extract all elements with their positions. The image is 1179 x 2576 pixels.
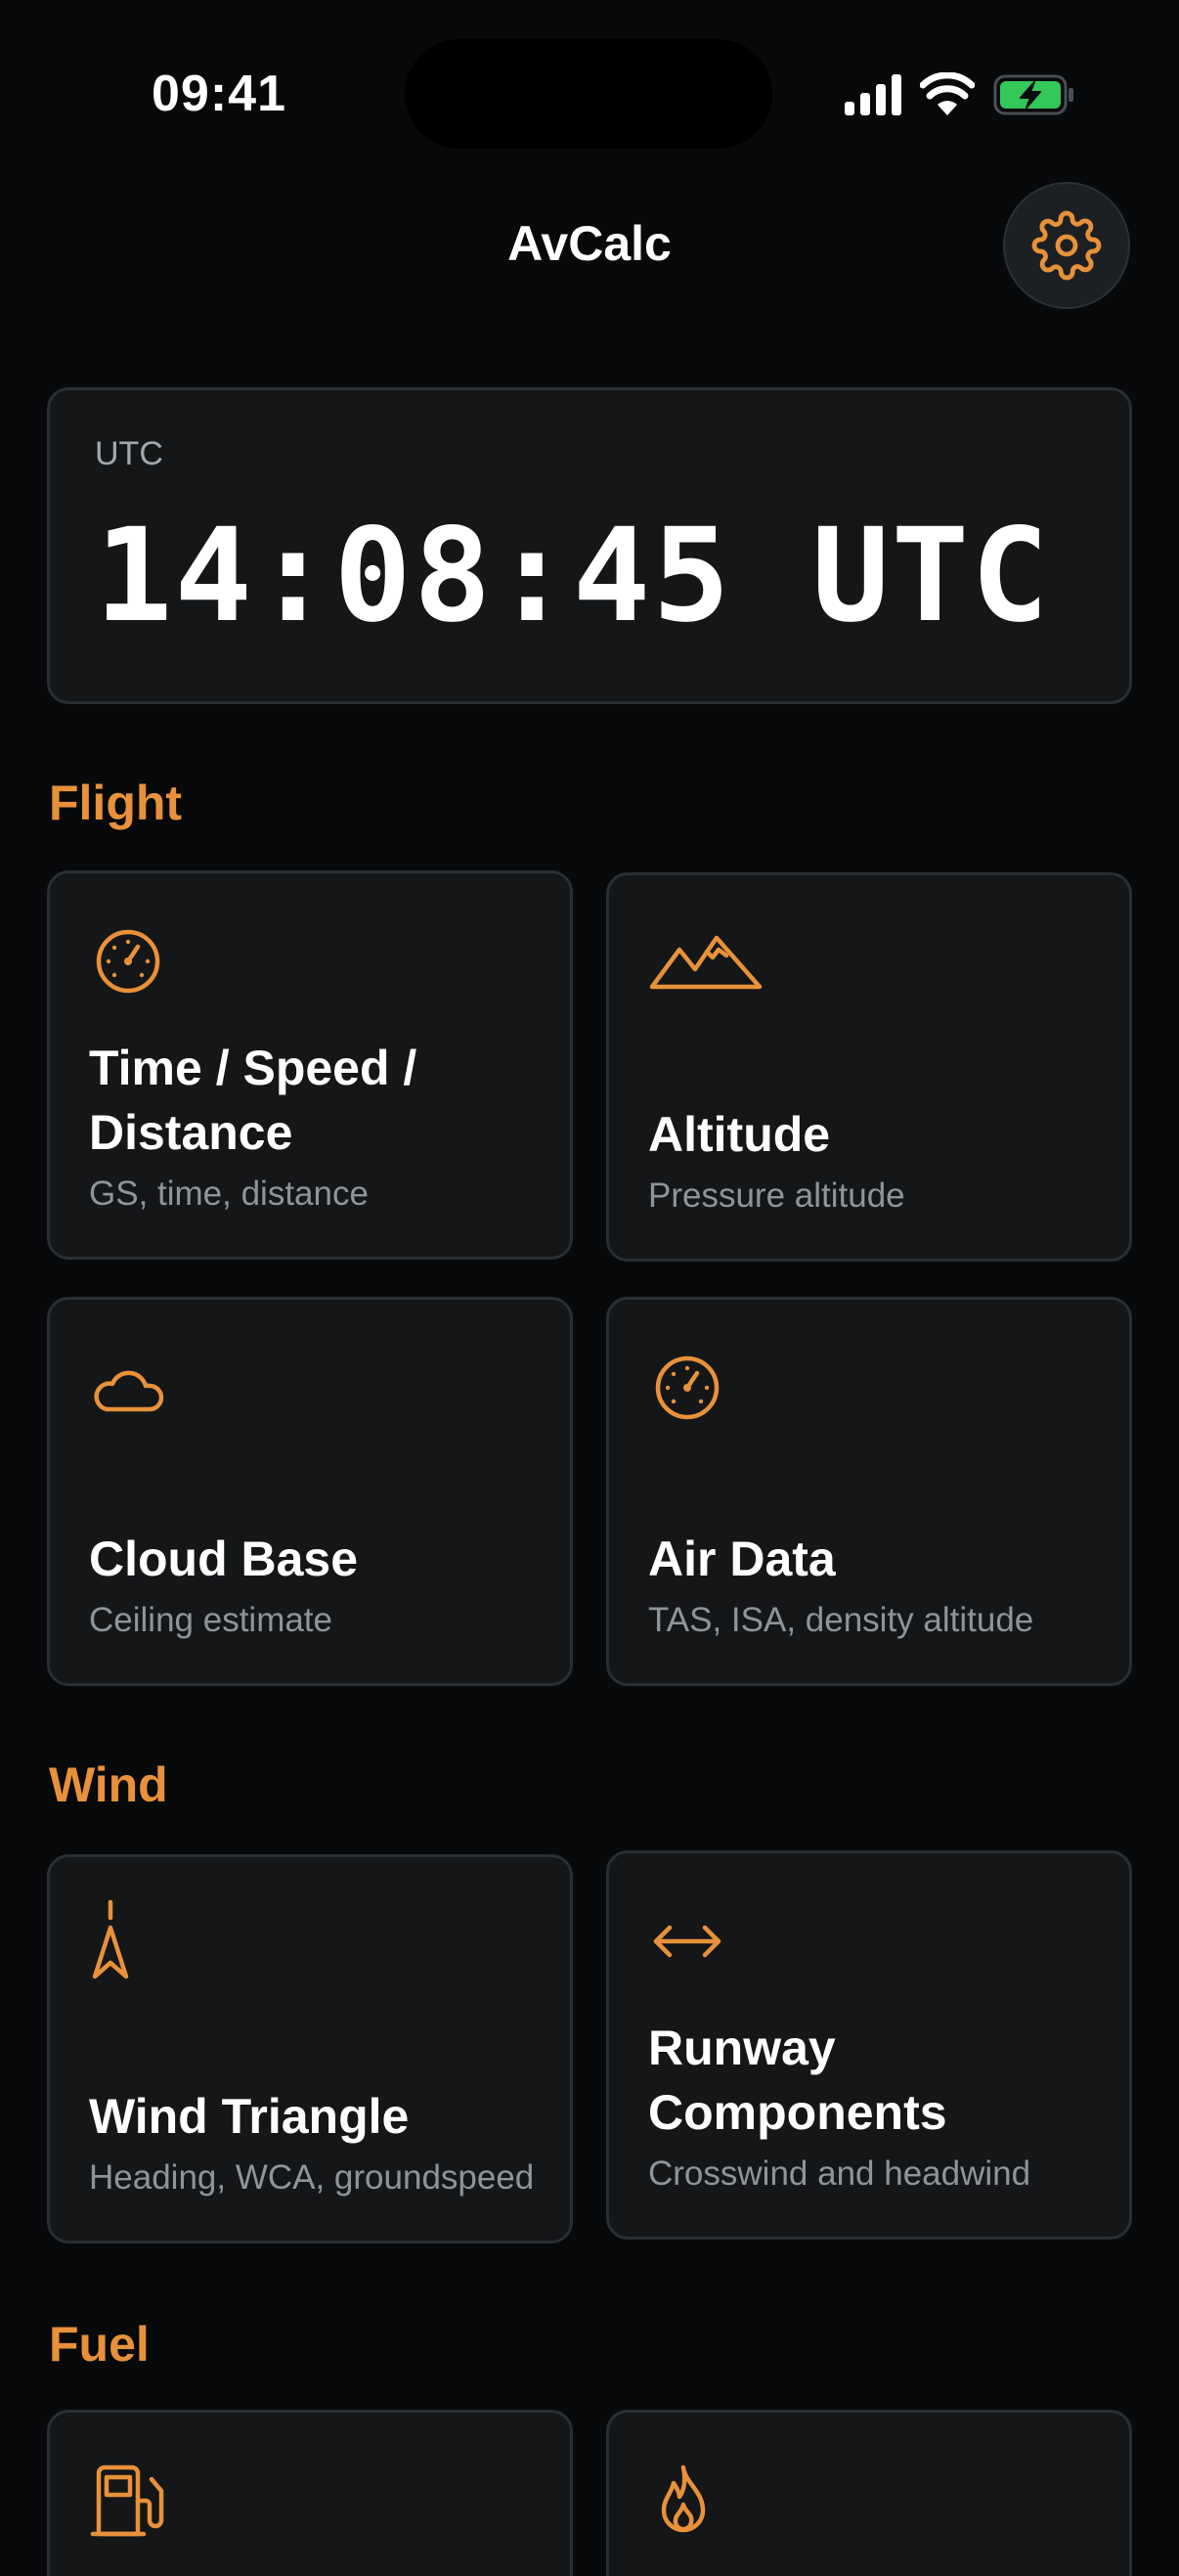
utc-clock-card: UTC 14:08:45 UTC: [47, 387, 1132, 704]
card-subtitle: GS, time, distance: [89, 1175, 369, 1213]
flame-icon: [661, 2465, 706, 2533]
navigation-arrow-icon: [92, 1899, 129, 1979]
gauge-icon: [655, 1355, 720, 1420]
status-time: 09:41: [152, 66, 286, 122]
utc-label: UTC: [95, 435, 163, 472]
dynamic-island: [405, 39, 772, 149]
wifi-icon: [920, 72, 975, 115]
cellular-signal-icon: [845, 74, 901, 115]
card-air-data[interactable]: Air Data TAS, ISA, density altitude: [606, 1297, 1132, 1686]
status-bar: 09:41: [0, 0, 1179, 186]
utc-time-value: 14:08:45 UTC: [95, 501, 1051, 651]
gauge-icon: [96, 929, 160, 994]
card-fuel-2[interactable]: [606, 2410, 1132, 2576]
fuel-pump-icon: [90, 2465, 164, 2537]
mountains-icon: [649, 935, 763, 990]
cloud-icon: [94, 1370, 164, 1412]
card-title: Wind Triangle: [89, 2089, 410, 2144]
card-title: Runway Components: [648, 2021, 947, 2140]
gear-icon: [1031, 210, 1102, 281]
card-time-speed-distance[interactable]: Time / Speed / Distance GS, time, distan…: [47, 870, 573, 1260]
card-subtitle: Crosswind and headwind: [648, 2154, 1031, 2193]
card-title: Time / Speed / Distance: [89, 1041, 417, 1160]
section-title-wind: Wind: [49, 1757, 168, 1812]
card-runway-components[interactable]: Runway Components Crosswind and headwind: [606, 1850, 1132, 2240]
card-subtitle: TAS, ISA, density altitude: [648, 1601, 1034, 1639]
card-title: Air Data: [648, 1532, 836, 1586]
card-title: Altitude: [648, 1107, 831, 1162]
card-title: Cloud Base: [89, 1532, 359, 1586]
card-subtitle: Pressure altitude: [648, 1177, 905, 1215]
battery-charging-icon: [993, 74, 1073, 115]
card-altitude[interactable]: Altitude Pressure altitude: [606, 872, 1132, 1262]
card-cloud-base[interactable]: Cloud Base Ceiling estimate: [47, 1297, 573, 1686]
section-title-flight: Flight: [49, 776, 183, 830]
settings-button[interactable]: [1003, 182, 1130, 309]
card-fuel-1[interactable]: [47, 2410, 573, 2576]
section-title-fuel: Fuel: [49, 2317, 150, 2372]
card-wind-triangle[interactable]: Wind Triangle Heading, WCA, groundspeed: [47, 1854, 573, 2243]
card-subtitle: Heading, WCA, groundspeed: [89, 2158, 535, 2197]
card-subtitle: Ceiling estimate: [89, 1601, 332, 1639]
horizontal-arrows-icon: [653, 1925, 721, 1958]
